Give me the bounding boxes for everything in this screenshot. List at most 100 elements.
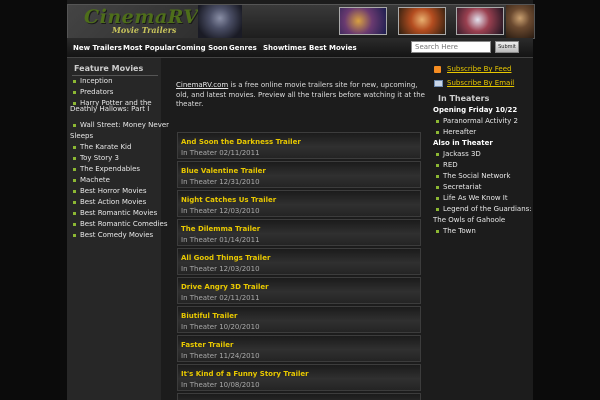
theater-item-hereafter[interactable]: Hereafter xyxy=(443,128,476,136)
sidebar-item-wall-street[interactable]: Wall Street: Money Never xyxy=(80,121,169,129)
trailer-date: In Theater 01/14/2011 xyxy=(181,236,260,244)
trailer-title[interactable]: Faster Trailer xyxy=(181,341,233,349)
theater-item-secretariat[interactable]: Secretariat xyxy=(443,183,482,191)
page-background-left xyxy=(0,0,67,400)
bullet-icon xyxy=(73,157,76,160)
sidebar-item-machete[interactable]: Machete xyxy=(80,176,110,184)
bullet-icon xyxy=(73,212,76,215)
bullet-icon xyxy=(436,164,439,167)
trailer-card[interactable]: Drive Angry 3D Trailer In Theater 02/11/… xyxy=(177,277,421,304)
nav-most-popular[interactable]: Most Popular xyxy=(123,44,175,52)
bullet-icon xyxy=(436,230,439,233)
sidebar-item-best-romantic-comedies[interactable]: Best Romantic Comedies xyxy=(80,220,168,228)
theater-item-legend-guardians-cont[interactable]: The Owls of Gahoole xyxy=(433,216,505,224)
trailer-card[interactable]: Biutiful Trailer In Theater 10/20/2010 xyxy=(177,306,421,333)
opening-friday-heading: Opening Friday 10/22 xyxy=(433,106,518,114)
nav-new-trailers[interactable]: New Trailers xyxy=(73,44,122,52)
trailer-card[interactable]: And Soon the Darkness Trailer In Theater… xyxy=(177,132,421,159)
nav-best-movies[interactable]: Best Movies xyxy=(309,44,357,52)
bullet-icon xyxy=(436,153,439,156)
sidebar-item-harry-potter-cont[interactable]: Deathly Hallows: Part I xyxy=(70,105,149,113)
page-background-right xyxy=(533,0,600,400)
feature-movies-heading: Feature Movies xyxy=(74,64,144,73)
trailer-date: In Theater 12/03/2010 xyxy=(181,207,260,215)
trailer-title[interactable]: The Dilemma Trailer xyxy=(181,225,260,233)
theater-item-the-town[interactable]: The Town xyxy=(443,227,476,235)
nav-showtimes[interactable]: Showtimes xyxy=(263,44,306,52)
intro-site-link[interactable]: CinemaRV.com xyxy=(176,81,228,89)
nav-genres[interactable]: Genres xyxy=(229,44,257,52)
sidebar-item-karate-kid[interactable]: The Karate Kid xyxy=(80,143,131,151)
trailer-date: In Theater 10/08/2010 xyxy=(181,381,260,389)
theater-item-social-network[interactable]: The Social Network xyxy=(443,172,510,180)
trailer-title[interactable]: All Good Things Trailer xyxy=(181,254,270,262)
trailer-title[interactable]: Night Catches Us Trailer xyxy=(181,196,276,204)
trailer-title[interactable]: It's Kind of a Funny Story Trailer xyxy=(181,370,309,378)
also-in-theater-heading: Also in Theater xyxy=(433,139,493,147)
site-header: CinemaRV Movie Trailers xyxy=(67,4,535,39)
page: CinemaRV Movie Trailers New Trailers Mos… xyxy=(0,0,600,400)
bullet-icon xyxy=(436,197,439,200)
bullet-icon xyxy=(73,91,76,94)
right-sidebar: Subscribe By Feed Subscribe By Email In … xyxy=(430,58,533,400)
search-submit-button[interactable]: Submit xyxy=(495,41,519,53)
bullet-icon xyxy=(73,146,76,149)
search-input[interactable] xyxy=(411,41,491,53)
trailer-card[interactable]: Faster Trailer In Theater 11/24/2010 xyxy=(177,335,421,362)
sidebar-item-wall-street-cont[interactable]: Sleeps xyxy=(70,132,93,140)
sidebar-item-best-romantic[interactable]: Best Romantic Movies xyxy=(80,209,157,217)
movie-thumbnail-1[interactable] xyxy=(339,7,387,35)
bullet-icon xyxy=(436,186,439,189)
trailer-date: In Theater 11/24/2010 xyxy=(181,352,260,360)
bullet-icon xyxy=(436,208,439,211)
trailer-title[interactable]: Blue Valentine Trailer xyxy=(181,167,266,175)
sidebar-item-best-horror[interactable]: Best Horror Movies xyxy=(80,187,147,195)
sidebar-item-expendables[interactable]: The Expendables xyxy=(80,165,140,173)
bullet-icon xyxy=(436,131,439,134)
sidebar-item-toy-story-3[interactable]: Toy Story 3 xyxy=(80,154,119,162)
trailer-title[interactable]: Biutiful Trailer xyxy=(181,312,238,320)
subscribe-feed-link[interactable]: Subscribe By Feed xyxy=(447,65,512,73)
movie-thumbnail-3[interactable] xyxy=(456,7,504,35)
main-nav: New Trailers Most Popular Coming Soon Ge… xyxy=(67,38,533,58)
sidebar-item-best-action[interactable]: Best Action Movies xyxy=(80,198,146,206)
sidebar-item-inception[interactable]: Inception xyxy=(80,77,113,85)
movie-thumbnail-2[interactable] xyxy=(398,7,446,35)
subscribe-email-link[interactable]: Subscribe By Email xyxy=(447,79,514,87)
bullet-icon xyxy=(73,190,76,193)
nav-coming-soon[interactable]: Coming Soon xyxy=(176,44,228,52)
theater-item-legend-guardians[interactable]: Legend of the Guardians: xyxy=(443,205,532,213)
trailer-card[interactable]: Blue Valentine Trailer In Theater 12/31/… xyxy=(177,161,421,188)
main-content: CinemaRV.com is a free online movie trai… xyxy=(172,58,427,400)
sidebar-item-predators[interactable]: Predators xyxy=(80,88,113,96)
bullet-icon xyxy=(73,223,76,226)
intro-paragraph: CinemaRV.com is a free online movie trai… xyxy=(176,81,426,110)
theater-item-red[interactable]: RED xyxy=(443,161,458,169)
transformer-robot-image xyxy=(198,5,242,38)
sidebar-item-best-comedy[interactable]: Best Comedy Movies xyxy=(80,231,153,239)
bullet-icon xyxy=(73,124,76,127)
bullet-icon xyxy=(73,179,76,182)
trailer-date: In Theater 02/11/2011 xyxy=(181,294,260,302)
theater-item-life-as-we-know-it[interactable]: Life As We Know It xyxy=(443,194,508,202)
email-icon xyxy=(434,80,443,87)
warrior-image xyxy=(506,5,534,38)
divider xyxy=(72,75,158,76)
trailer-date: In Theater 10/20/2010 xyxy=(181,323,260,331)
trailer-date: In Theater 12/03/2010 xyxy=(181,265,260,273)
bullet-icon xyxy=(73,234,76,237)
theater-item-jackass[interactable]: Jackass 3D xyxy=(443,150,481,158)
trailer-card[interactable]: Night Catches Us Trailer In Theater 12/0… xyxy=(177,190,421,217)
trailer-card[interactable]: It's Kind of a Funny Story Trailer In Th… xyxy=(177,364,421,391)
theater-item-paranormal[interactable]: Paranormal Activity 2 xyxy=(443,117,518,125)
trailer-title[interactable]: And Soon the Darkness Trailer xyxy=(181,138,301,146)
trailer-card[interactable]: The Dilemma Trailer In Theater 01/14/201… xyxy=(177,219,421,246)
trailer-card[interactable] xyxy=(177,393,421,400)
bullet-icon xyxy=(436,120,439,123)
bullet-icon xyxy=(436,175,439,178)
trailer-card[interactable]: All Good Things Trailer In Theater 12/03… xyxy=(177,248,421,275)
left-sidebar: Feature Movies Inception Predators Harry… xyxy=(67,58,169,400)
trailer-date: In Theater 02/11/2011 xyxy=(181,149,260,157)
trailer-title[interactable]: Drive Angry 3D Trailer xyxy=(181,283,269,291)
bullet-icon xyxy=(73,80,76,83)
